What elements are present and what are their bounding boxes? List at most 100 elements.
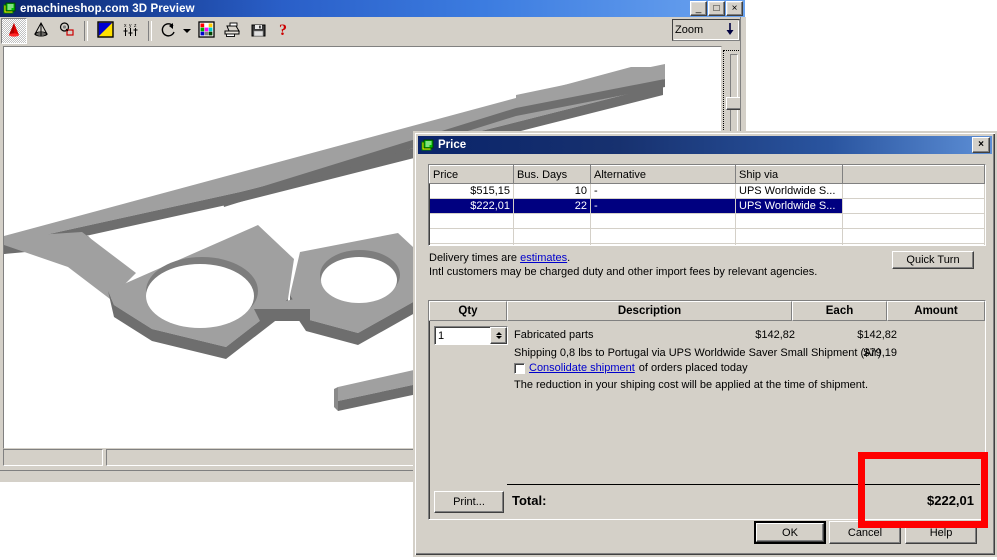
chevron-down-icon: [183, 25, 192, 37]
color-grid-icon: [197, 21, 215, 41]
order-header-row: Qty Description Each Amount: [429, 301, 985, 321]
close-button[interactable]: ×: [726, 1, 743, 16]
order-line1-description: Fabricated parts: [514, 329, 594, 341]
cell-blank: [842, 198, 985, 214]
delivery-note-line-2: Intl customers may be charged duty and o…: [429, 266, 818, 278]
total-value: $222,01: [927, 493, 974, 508]
consolidate-shipment-link[interactable]: Consolidate shipment: [529, 362, 635, 374]
app-window-icon: [3, 2, 17, 15]
table-row-empty[interactable]: [429, 243, 985, 245]
screen: emachineshop.com 3D Preview _ □ × x y z …: [0, 0, 997, 560]
palette-button[interactable]: [194, 19, 218, 43]
wireframe-pyramid-icon: [32, 21, 50, 42]
toolbar-separator-1: [84, 21, 88, 41]
price-dialog-title: Price: [438, 139, 467, 151]
rotate-arrow-icon: [160, 21, 178, 42]
delivery-note-prefix: Delivery times are: [429, 252, 521, 264]
cell-alternative: -: [590, 198, 736, 214]
zoom-dropdown[interactable]: Zoom: [672, 19, 740, 41]
question-mark-icon: ?: [277, 21, 291, 41]
app-toolbar: x y z ?: [0, 17, 745, 45]
price-options-table: Price Bus. Days Alternative Ship via $51…: [429, 165, 985, 245]
wireframe-view-button[interactable]: [29, 19, 53, 43]
ok-button-label: OK: [756, 523, 824, 542]
help-button[interactable]: Help: [905, 521, 977, 544]
print-button[interactable]: Print...: [434, 491, 504, 513]
estimates-link[interactable]: estimates: [520, 252, 567, 264]
quantity-stepper[interactable]: 1: [434, 326, 508, 345]
order-line3-note: The reduction in your shiping cost will …: [514, 379, 869, 391]
order-column-header-each: Each: [792, 301, 887, 321]
total-label: Total:: [512, 493, 547, 508]
cell-bus-days: 22: [513, 198, 591, 214]
blue-yellow-square-icon: [96, 21, 114, 41]
zoom-label: Zoom: [675, 24, 704, 36]
quantity-spinner-arrows[interactable]: [490, 327, 507, 344]
table-row-empty[interactable]: [429, 228, 985, 244]
status-pane-left: [3, 449, 103, 466]
delivery-note-line-1: Delivery times are estimates.: [429, 251, 899, 265]
printer-icon: [223, 21, 242, 41]
spinner-up-icon[interactable]: [495, 332, 502, 335]
order-line1-each: $142,82: [755, 329, 795, 341]
quantity-input[interactable]: 1: [435, 330, 490, 342]
column-header-bus-days[interactable]: Bus. Days: [513, 165, 591, 184]
column-header-ship-via[interactable]: Ship via: [735, 165, 843, 184]
app-titlebar: emachineshop.com 3D Preview _ □ ×: [0, 0, 745, 17]
rotate-button[interactable]: [157, 19, 181, 43]
rotate-dropdown-button[interactable]: [182, 20, 193, 42]
price-dialog-titlebar: Price ×: [418, 136, 992, 154]
price-dialog-close-button[interactable]: ×: [972, 137, 990, 153]
camera-view-button[interactable]: [55, 19, 79, 43]
price-grid-header-row: Price Bus. Days Alternative Ship via: [429, 165, 985, 184]
consolidate-shipment-suffix: of orders placed today: [638, 362, 748, 374]
maximize-icon: □: [713, 3, 720, 14]
order-line1-amount: $142,82: [857, 329, 897, 341]
table-row[interactable]: $515,15 10 - UPS Worldwide S...: [429, 183, 985, 199]
table-row-empty[interactable]: [429, 213, 985, 229]
help-button[interactable]: ?: [272, 19, 296, 43]
table-row-selected[interactable]: $222,01 22 - UPS Worldwide S...: [429, 198, 985, 214]
total-divider: [507, 484, 980, 485]
save-button[interactable]: [246, 19, 270, 43]
order-summary-panel: Qty Description Each Amount 1 Fabricated…: [428, 300, 986, 520]
cell-price: $515,15: [429, 183, 514, 199]
ok-button[interactable]: OK: [754, 521, 826, 544]
app-title: emachineshop.com 3D Preview: [20, 2, 195, 15]
price-options-grid[interactable]: Price Bus. Days Alternative Ship via $51…: [428, 164, 986, 246]
cell-price: $222,01: [429, 198, 514, 214]
red-cone-icon: [5, 21, 23, 42]
cell-bus-days: 10: [513, 183, 591, 199]
order-column-header-description: Description: [507, 301, 792, 321]
delivery-note: Delivery times are estimates. Intl custo…: [429, 251, 899, 279]
quick-turn-button[interactable]: Quick Turn: [892, 251, 974, 269]
spinner-down-icon[interactable]: [495, 336, 502, 339]
maximize-button[interactable]: □: [708, 1, 725, 16]
column-header-blank[interactable]: [842, 165, 985, 184]
column-header-price[interactable]: Price: [429, 165, 514, 184]
consolidate-shipment-checkbox[interactable]: [514, 362, 525, 374]
xyz-axes-icon: x y z: [122, 21, 140, 42]
order-line2-amount: $79,19: [863, 347, 897, 359]
camera-icon: [58, 21, 76, 42]
down-arrow-icon[interactable]: [725, 22, 735, 39]
delivery-note-suffix: .: [567, 252, 571, 264]
minimize-icon: _: [695, 3, 702, 14]
column-header-alternative[interactable]: Alternative: [590, 165, 736, 184]
axes-button[interactable]: x y z: [119, 19, 143, 43]
order-column-header-amount: Amount: [887, 301, 985, 321]
toolbar-separator-2: [148, 21, 152, 41]
solid-view-button[interactable]: [1, 18, 27, 44]
color-button[interactable]: [93, 19, 117, 43]
cell-blank: [842, 183, 985, 199]
app-titlebar-buttons: _ □ ×: [690, 1, 743, 16]
close-icon: ×: [731, 3, 738, 14]
floppy-disk-icon: [250, 22, 267, 41]
cell-ship-via: UPS Worldwide S...: [735, 198, 843, 214]
consolidate-shipment-row: Consolidate shipment of orders placed to…: [514, 362, 748, 374]
price-window-icon: [421, 139, 435, 152]
cell-alternative: -: [590, 183, 736, 199]
cancel-button[interactable]: Cancel: [829, 521, 901, 544]
minimize-button[interactable]: _: [690, 1, 707, 16]
print-button[interactable]: [220, 19, 244, 43]
